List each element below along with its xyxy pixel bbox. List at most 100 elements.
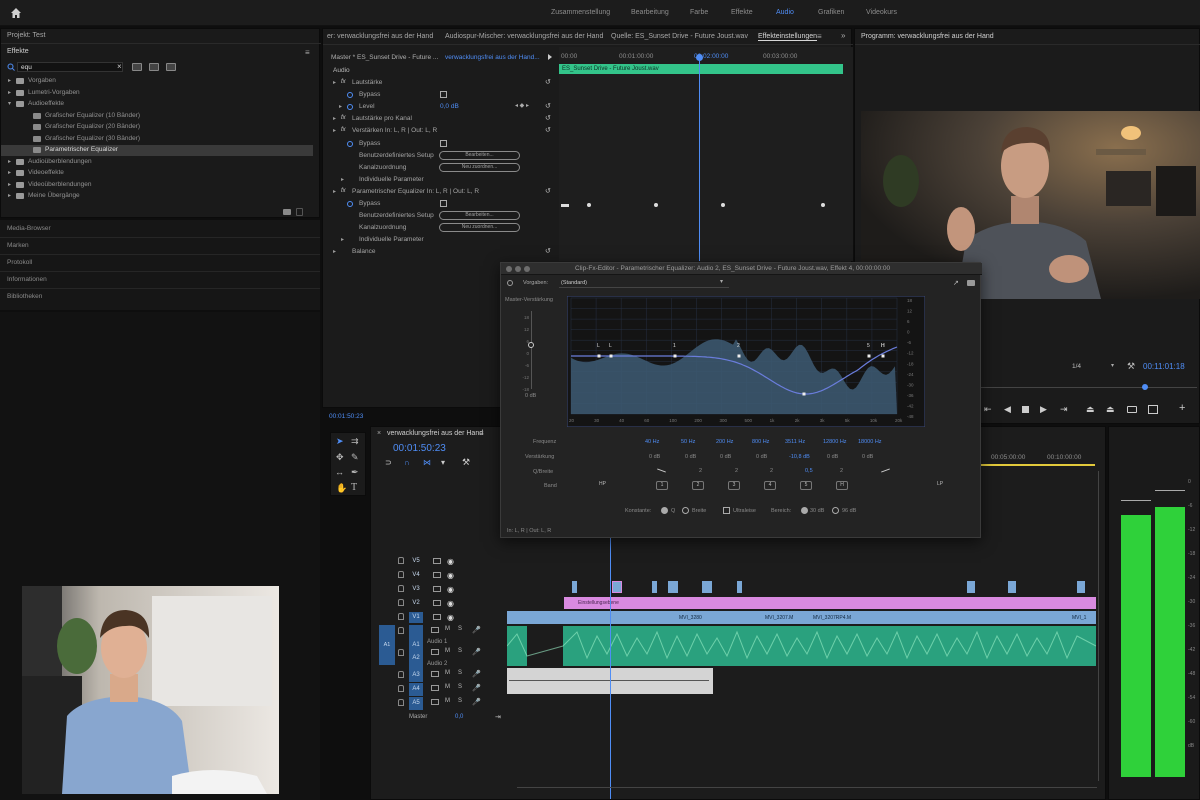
eq-band-node[interactable]	[737, 354, 741, 358]
disclosure-triangle-icon[interactable]: ▸	[8, 169, 11, 176]
eye-icon[interactable]: ◉	[447, 599, 454, 608]
eq-band-toggle[interactable]: 5	[800, 481, 812, 490]
constant-q-radio[interactable]	[661, 507, 668, 514]
wrench-icon[interactable]: ⚒	[1127, 361, 1135, 372]
sync-lock-icon[interactable]	[431, 649, 439, 655]
effect-control-row[interactable]: ▸ Level 0,0 dB ◂ ◆ ▸ ↺	[323, 102, 558, 113]
disclosure-triangle-icon[interactable]: ▸	[8, 192, 11, 199]
marker-icon[interactable]: ▾	[441, 458, 445, 467]
eq-gain-value[interactable]: 0 dB	[685, 454, 696, 460]
eq-graph[interactable]: L 1 2 5 HL H181260-6-12-18-24-30-36-42-4820 30…	[567, 296, 925, 427]
add-button-icon[interactable]: +	[1179, 402, 1185, 414]
eye-icon[interactable]: ◉	[447, 571, 454, 580]
effect-control-button[interactable]: Neu zuordnen...	[439, 162, 520, 172]
snap-icon[interactable]: ⊃	[385, 458, 392, 467]
go-to-end-icon[interactable]: ⇥	[495, 713, 501, 721]
solo-button[interactable]: S	[458, 698, 462, 704]
keyframe-dot[interactable]	[654, 203, 658, 207]
eq-frequency-value[interactable]: 50 Hz	[681, 439, 695, 445]
window-close-icon[interactable]	[506, 266, 512, 272]
stopwatch-icon[interactable]	[347, 92, 353, 99]
side-panel-bibliotheken[interactable]: Bibliotheken	[7, 293, 42, 300]
eq-gain-value[interactable]: 0 dB	[827, 454, 838, 460]
mute-button[interactable]: M	[445, 684, 450, 690]
disclosure-triangle-icon[interactable]: ▸	[333, 188, 336, 195]
eq-gain-value[interactable]: 0 dB	[862, 454, 873, 460]
side-panel-media-browser[interactable]: Media-Browser	[7, 225, 51, 232]
program-monitor-tab[interactable]: Programm: verwacklungsfrei aus der Hand	[861, 33, 994, 40]
eq-q-value[interactable]: 0,5	[805, 468, 813, 474]
play-icon[interactable]: ▶	[1040, 404, 1047, 415]
eq-frequency-value[interactable]: 12800 Hz	[823, 439, 847, 445]
eye-icon[interactable]: ◉	[447, 557, 454, 566]
tab-timeline-source[interactable]: er: verwacklungsfrei aus der Hand	[327, 33, 433, 40]
workspace-tab-effekte[interactable]: Effekte	[731, 9, 753, 16]
eye-icon[interactable]: ◉	[447, 613, 454, 622]
ec-clip-bar[interactable]: ES_Sunset Drive - Future Joust.wav	[559, 64, 843, 74]
audio-track-header[interactable]: A2 M S 🎤 Audio 2	[377, 647, 507, 669]
solo-button[interactable]: S	[458, 684, 462, 690]
hp-slope-icon[interactable]	[657, 468, 666, 473]
program-playhead[interactable]	[1142, 384, 1148, 390]
timeline-settings-icon[interactable]: ⚒	[462, 457, 470, 468]
track-label[interactable]: A2	[409, 647, 423, 669]
fx-badge-icon[interactable]: fx	[341, 79, 346, 85]
effect-control-row[interactable]: Benutzerdefiniertes Setup Bearbeiten...	[323, 211, 558, 222]
filter-yuv-icon[interactable]	[149, 63, 159, 71]
effect-control-row[interactable]: Individuelle Parameter ▸	[323, 235, 558, 246]
lock-icon[interactable]	[398, 627, 404, 634]
disclosure-triangle-icon[interactable]: ▸	[8, 89, 11, 96]
track-label[interactable]: A5	[409, 697, 423, 710]
eye-icon[interactable]: ◉	[447, 585, 454, 594]
eq-frequency-value[interactable]: 800 Hz	[752, 439, 769, 445]
effects-tree-item[interactable]: ▸ Videoüberblendungen	[1, 180, 313, 191]
effects-tree-item[interactable]: ▸ Lumetri-Vorgaben	[1, 88, 313, 99]
disclosure-triangle-icon[interactable]: ▾	[8, 100, 11, 107]
pen-tool-icon[interactable]: ✒	[351, 467, 359, 478]
bypass-checkbox[interactable]	[440, 91, 447, 99]
step-forward-icon[interactable]: ⇥	[1060, 404, 1068, 415]
eq-band-node[interactable]	[609, 354, 613, 358]
effect-control-row[interactable]: ▸ fx Parametrischer Equalizer In: L, R | O…	[323, 187, 558, 198]
disclosure-triangle-icon[interactable]: ▸	[333, 248, 336, 255]
timeline-h-scrollbar[interactable]	[517, 787, 1097, 793]
solo-button[interactable]: S	[458, 626, 462, 632]
eq-band-node[interactable]	[802, 392, 806, 396]
effect-control-row[interactable]: Individuelle Parameter ▸	[323, 175, 558, 186]
mic-icon[interactable]: 🎤	[472, 670, 481, 678]
effects-tree-item[interactable]: ▸ Videoeffekte	[1, 168, 313, 179]
close-tab-icon[interactable]: ×	[377, 430, 381, 437]
disclosure-triangle-icon[interactable]: ▸	[8, 158, 11, 165]
camera-icon[interactable]	[1127, 406, 1137, 413]
reset-icon[interactable]: ↺	[545, 78, 551, 86]
effects-tree-item[interactable]: Grafischer Equalizer (30 Bänder)	[1, 134, 313, 145]
clear-search-icon[interactable]: ×	[117, 62, 122, 71]
sync-lock-icon[interactable]	[431, 671, 439, 677]
solo-button[interactable]: S	[458, 670, 462, 676]
power-icon[interactable]	[507, 280, 513, 286]
track-select-tool-icon[interactable]: ⇉	[351, 436, 359, 447]
effects-tree-item[interactable]: ▸ Vorgaben	[1, 76, 313, 87]
panel-menu-icon[interactable]: ≡	[305, 48, 310, 57]
solo-button[interactable]: S	[458, 648, 462, 654]
side-panel-informationen[interactable]: Informationen	[7, 276, 47, 283]
eq-band-node[interactable]	[867, 354, 871, 358]
film-icon[interactable]	[433, 600, 441, 606]
effects-tree-item[interactable]: ▸ Meine Übergänge	[1, 191, 313, 202]
eq-frequency-value[interactable]: 200 Hz	[716, 439, 733, 445]
effect-control-row[interactable]: Bypass	[323, 90, 558, 101]
keyframe-marker[interactable]	[561, 204, 569, 207]
effect-control-row[interactable]: ▸ fx Lautstärke pro Kanal ↺	[323, 114, 558, 125]
eq-gain-value[interactable]: 0 dB	[720, 454, 731, 460]
ripple-edit-tool-icon[interactable]: ✥	[336, 452, 344, 463]
disclosure-triangle-icon[interactable]: ▸	[333, 127, 336, 134]
disclosure-triangle-icon[interactable]: ▸	[341, 176, 344, 183]
selection-tool-icon[interactable]: ➤	[336, 436, 344, 447]
filter-accelerated-icon[interactable]	[166, 63, 176, 71]
effects-tree-item[interactable]: ▸ Audioüberblendungen	[1, 157, 313, 168]
hand-tool-icon[interactable]: ✋	[336, 483, 347, 494]
film-icon[interactable]	[433, 586, 441, 592]
eq-frequency-value[interactable]: 40 Hz	[645, 439, 659, 445]
audio-track-header[interactable]: A5 M S 🎤	[377, 697, 507, 710]
mic-icon[interactable]: 🎤	[472, 648, 481, 656]
